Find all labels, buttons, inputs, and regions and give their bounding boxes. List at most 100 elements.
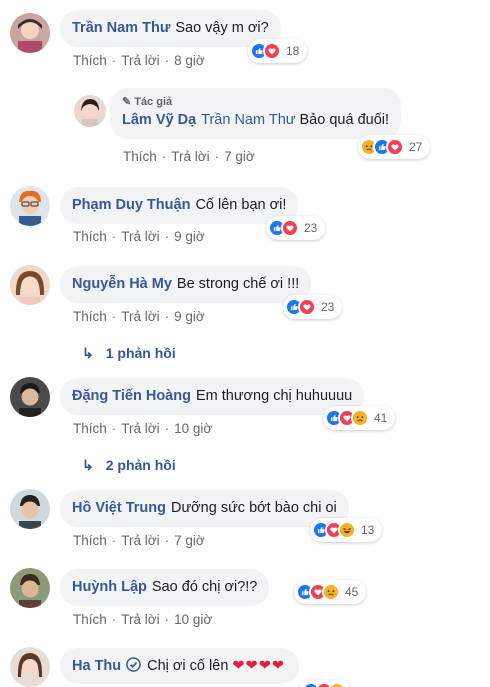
- comment-bubble: Huỳnh Lập Sao đó chị ơi?!?: [60, 569, 270, 606]
- comment-text: Be strong chế ơi !!!: [176, 276, 300, 292]
- commenter-name[interactable]: Phạm Duy Thuận: [72, 197, 190, 213]
- reaction-summary[interactable]: 13: [310, 518, 383, 542]
- comment-actions: Thích · Trả lời · 9 giờ: [73, 229, 205, 244]
- reaction-summary[interactable]: 23: [266, 216, 326, 240]
- reply-arrow-icon: ↳: [82, 345, 94, 361]
- avatar[interactable]: [10, 13, 50, 53]
- mention-tag[interactable]: Trần Nam Thư: [201, 112, 295, 128]
- like-link[interactable]: Thích: [123, 149, 157, 164]
- author-tag: ✎ Tác giả: [122, 96, 173, 108]
- heart-emojis: ❤❤❤❤: [232, 658, 285, 674]
- reaction-count: 23: [321, 300, 335, 314]
- reaction-count: 23: [304, 221, 318, 235]
- comment-bubble: Ha Thu Chị ơi cố lên ❤❤❤❤: [60, 648, 299, 684]
- sad-reaction-icon: [328, 682, 346, 687]
- love-reaction-icon: [298, 298, 316, 316]
- comment-time[interactable]: 10 giờ: [174, 612, 212, 627]
- haha-reaction-icon: [338, 521, 356, 539]
- avatar-photo: [10, 265, 50, 305]
- comment-time[interactable]: 7 giờ: [174, 533, 205, 548]
- comment-bubble: ✎ Tác giả Lâm Vỹ Dạ Trần Nam Thư Bảo quá đ…: [110, 88, 402, 139]
- avatar-photo: [10, 489, 50, 529]
- reaction-count: 18: [286, 44, 300, 58]
- avatar[interactable]: [10, 489, 50, 529]
- reply-link[interactable]: Trả lời: [121, 229, 159, 244]
- comment-text: Chị ơi cố lên: [147, 658, 229, 674]
- comment-text: Dưỡng sức bớt bào chi oi: [171, 500, 337, 516]
- avatar-photo: [10, 647, 50, 687]
- commenter-name[interactable]: Nguyễn Hà My: [72, 276, 172, 292]
- reaction-count: 13: [361, 523, 375, 537]
- reply-link[interactable]: Trả lời: [121, 309, 159, 324]
- comment-bubble: Trần Nam Thư Sao vậy m ơi?: [60, 10, 281, 47]
- commenter-name[interactable]: Ha Thu: [72, 658, 121, 674]
- avatar-photo: [10, 568, 50, 608]
- commenter-name[interactable]: Huỳnh Lập: [72, 579, 147, 595]
- comment-text: Em thương chị huhuuuu: [195, 388, 353, 404]
- avatar[interactable]: [74, 95, 106, 127]
- verified-badge-icon: [126, 657, 141, 672]
- comment-time[interactable]: 9 giờ: [174, 229, 205, 244]
- like-link[interactable]: Thích: [73, 229, 107, 244]
- reaction-summary[interactable]: [300, 680, 349, 687]
- comment-actions: Thích · Trả lời · 10 giờ: [73, 612, 213, 627]
- reaction-count: 27: [409, 140, 423, 154]
- like-link[interactable]: Thích: [73, 309, 107, 324]
- avatar-photo: [74, 95, 106, 127]
- view-replies-link[interactable]: ↳ 2 phản hồi: [82, 457, 176, 474]
- reaction-summary[interactable]: 41: [323, 406, 396, 430]
- reaction-summary[interactable]: 27: [358, 135, 431, 159]
- comment-time[interactable]: 8 giờ: [174, 53, 205, 68]
- reply-link[interactable]: Trả lời: [121, 421, 159, 436]
- comment-actions: Thích · Trả lời · 7 giờ: [73, 533, 205, 548]
- avatar-photo: [10, 13, 50, 53]
- reaction-count: 41: [374, 411, 388, 425]
- commenter-name[interactable]: Trần Nam Thư: [72, 20, 170, 36]
- pencil-icon: ✎: [122, 96, 132, 108]
- avatar[interactable]: [10, 265, 50, 305]
- comment-bubble: Nguyễn Hà My Be strong chế ơi !!!: [60, 266, 312, 303]
- commenter-name[interactable]: Hồ Việt Trung: [72, 500, 166, 516]
- comment-text: Bảo quá đuối!: [299, 112, 390, 128]
- comment-bubble: Hồ Việt Trung Dưỡng sức bớt bào chi oi: [60, 490, 349, 527]
- like-link[interactable]: Thích: [73, 421, 107, 436]
- reply-link[interactable]: Trả lời: [121, 533, 159, 548]
- love-reaction-icon: [386, 138, 404, 156]
- commenter-name[interactable]: Lâm Vỹ Dạ: [122, 112, 196, 128]
- like-link[interactable]: Thích: [73, 612, 107, 627]
- reply-link[interactable]: Trả lời: [121, 612, 159, 627]
- like-link[interactable]: Thích: [73, 53, 107, 68]
- avatar-photo: [10, 377, 50, 417]
- comment-time[interactable]: 10 giờ: [174, 421, 212, 436]
- sad-reaction-icon: [351, 409, 369, 427]
- reply-link[interactable]: Trả lời: [171, 149, 209, 164]
- comment-text: Cố lên bạn ơi!: [195, 197, 287, 213]
- comment-text: Sao đó chị ơi?!?: [151, 579, 258, 595]
- avatar[interactable]: [10, 568, 50, 608]
- comment-bubble: Đặng Tiến Hoàng Em thương chị huhuuuu: [60, 378, 365, 415]
- comment-actions: Thích · Trả lời · 8 giờ: [73, 53, 205, 68]
- reply-arrow-icon: ↳: [82, 457, 94, 473]
- avatar[interactable]: [10, 647, 50, 687]
- avatar[interactable]: [10, 377, 50, 417]
- comment-time[interactable]: 9 giờ: [174, 309, 205, 324]
- reaction-count: 45: [345, 585, 359, 599]
- love-reaction-icon: [281, 219, 299, 237]
- reaction-summary[interactable]: 45: [294, 580, 367, 604]
- comment-actions: Thích · Trả lời · 9 giờ: [73, 309, 205, 324]
- comment-bubble: Phạm Duy Thuận Cố lên bạn ơi!: [60, 187, 299, 224]
- view-replies-link[interactable]: ↳ 1 phản hồi: [82, 345, 176, 362]
- reply-link[interactable]: Trả lời: [121, 53, 159, 68]
- commenter-name[interactable]: Đặng Tiến Hoàng: [72, 388, 191, 404]
- love-reaction-icon: [263, 42, 281, 60]
- avatar[interactable]: [10, 186, 50, 226]
- comment-actions: Thích · Trả lời · 7 giờ: [123, 149, 255, 164]
- comment-time[interactable]: 7 giờ: [224, 149, 255, 164]
- avatar-photo: [10, 186, 50, 226]
- reaction-summary[interactable]: 18: [248, 39, 308, 63]
- comment-actions: Thích · Trả lời · 10 giờ: [73, 421, 213, 436]
- comment-text: Sao vậy m ơi?: [175, 20, 269, 36]
- like-link[interactable]: Thích: [73, 533, 107, 548]
- sad-reaction-icon: [322, 583, 340, 601]
- reaction-summary[interactable]: 23: [283, 295, 343, 319]
